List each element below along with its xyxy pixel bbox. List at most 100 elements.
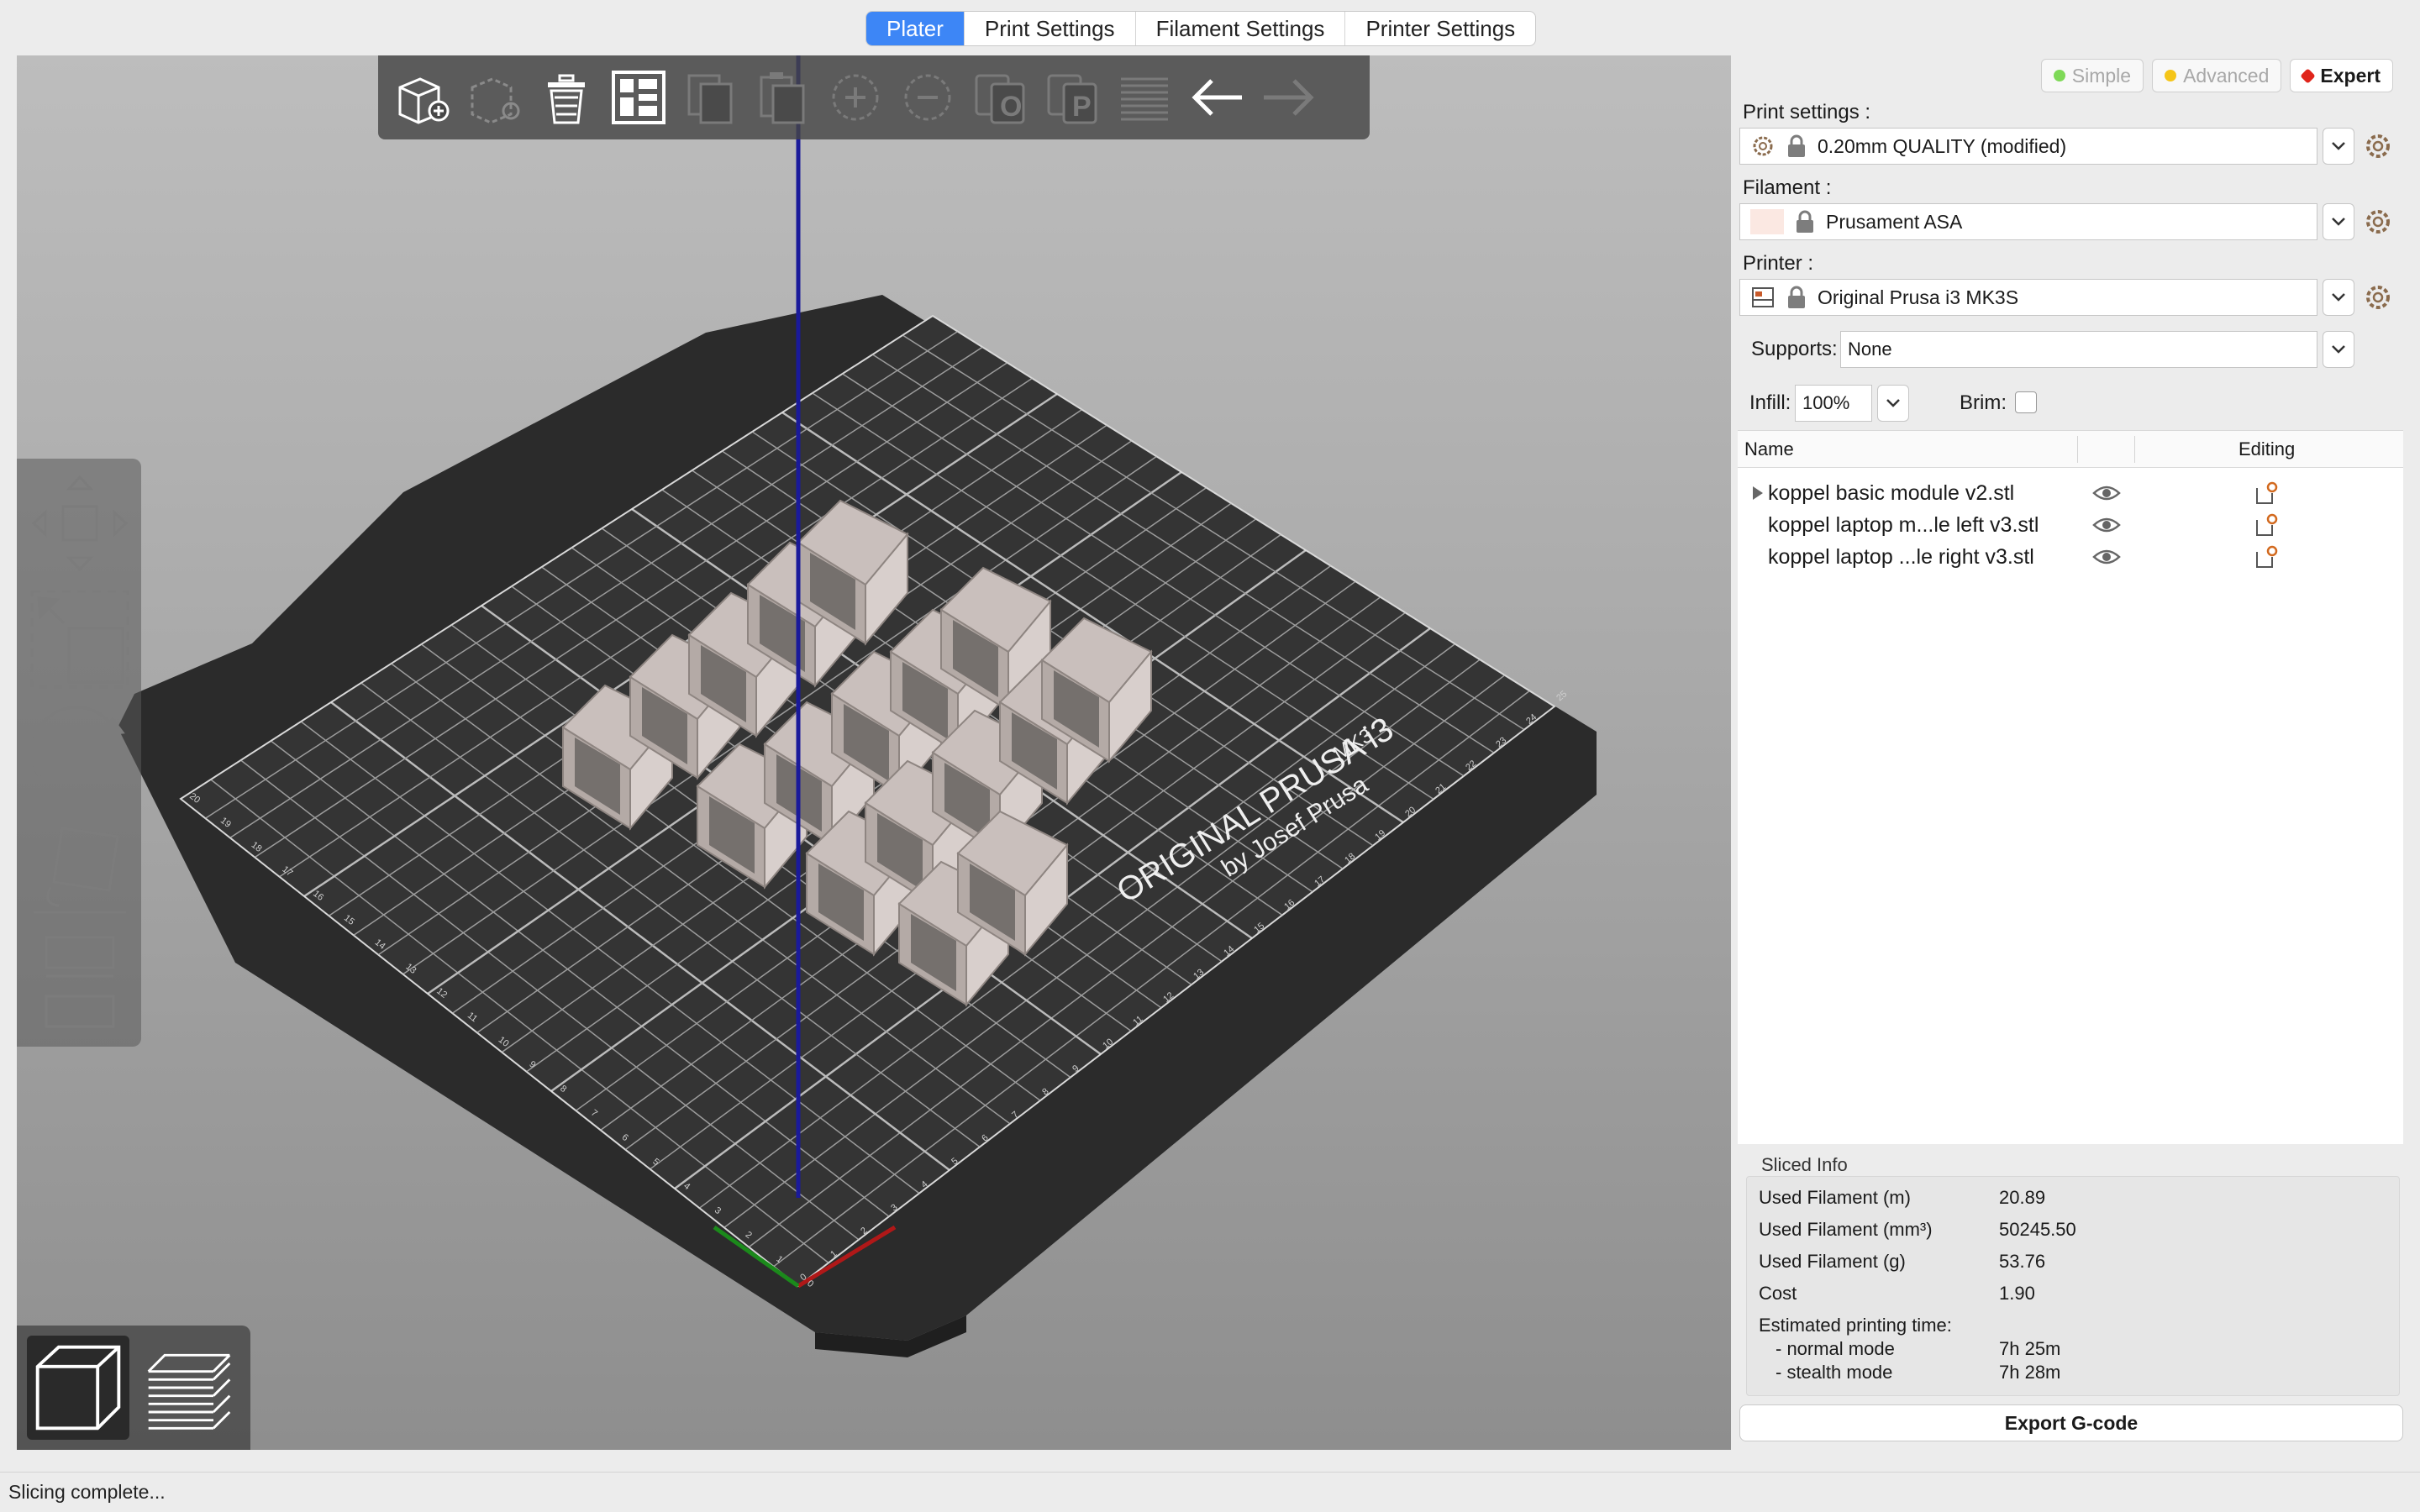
redo-button[interactable] <box>1255 64 1323 131</box>
object-name: koppel laptop ...le right v3.stl <box>1768 545 2034 569</box>
mode-expert-button[interactable]: Expert <box>2290 59 2393 92</box>
arrange-button[interactable] <box>605 64 672 131</box>
split-parts-button[interactable]: P <box>1039 64 1106 131</box>
delete-button[interactable] <box>460 64 528 131</box>
layers-preview-icon <box>147 1353 231 1430</box>
gizmo-toolbar <box>17 459 141 1047</box>
chevron-down-icon <box>2332 293 2345 302</box>
col-name[interactable]: Name <box>1744 431 1794 468</box>
bed-x-tick-label: 25 <box>1555 689 1569 703</box>
expand-triangle-icon[interactable] <box>1753 486 1763 500</box>
supports-value: None <box>1848 339 1892 360</box>
export-gcode-button[interactable]: Export G-code <box>1739 1404 2403 1441</box>
sliced-info-box: Used Filament (m) 20.89 Used Filament (m… <box>1746 1176 2400 1396</box>
infill-dropdown[interactable] <box>1877 385 1909 422</box>
printer-value: Original Prusa i3 MK3S <box>1818 286 2019 308</box>
mode-advanced-label: Advanced <box>2183 65 2270 87</box>
mode-expert-label: Expert <box>2320 65 2381 87</box>
normal-mode-label: - normal mode <box>1776 1338 1895 1359</box>
place-on-face-button[interactable] <box>25 811 134 921</box>
tab-filament-settings[interactable]: Filament Settings <box>1136 12 1346 45</box>
main-tabs: Plater Print Settings Filament Settings … <box>865 11 1537 46</box>
printer-dropdown[interactable] <box>2323 279 2354 316</box>
used-filament-g-value: 53.76 <box>1999 1251 2046 1272</box>
used-filament-mm3-label: Used Filament (mm³) <box>1759 1219 1933 1240</box>
stealth-mode-label: - stealth mode <box>1776 1362 1893 1383</box>
printer-combo[interactable]: Original Prusa i3 MK3S <box>1739 279 2317 316</box>
add-button[interactable] <box>388 64 455 131</box>
filament-label: Filament : <box>1743 176 1832 199</box>
cut-button[interactable] <box>25 921 134 1030</box>
infill-combo[interactable]: 100% <box>1795 385 1872 422</box>
redo-icon <box>1264 79 1314 116</box>
printer-edit-gear-icon[interactable] <box>2363 282 2393 312</box>
print-settings-edit-gear-icon[interactable] <box>2363 131 2393 161</box>
layers-editing-button[interactable] <box>1111 64 1178 131</box>
3d-view-button[interactable] <box>27 1336 129 1440</box>
supports-label: Supports: <box>1751 338 1838 360</box>
chevron-down-icon <box>1886 399 1900 407</box>
infill-value: 100% <box>1802 392 1850 413</box>
add-instance-button[interactable] <box>822 64 889 131</box>
lock-icon <box>1788 134 1805 157</box>
eye-icon[interactable] <box>2092 547 2121 567</box>
preview-button[interactable] <box>138 1336 240 1440</box>
printer-icon <box>1752 287 1774 307</box>
edit-settings-icon[interactable] <box>2254 481 2279 507</box>
filament-dropdown[interactable] <box>2323 203 2354 240</box>
scale-button[interactable] <box>25 585 134 694</box>
rotate-button[interactable] <box>25 702 134 811</box>
delete-all-icon <box>548 74 585 124</box>
eye-icon[interactable] <box>2092 483 2121 503</box>
object-row-0[interactable]: koppel basic module v2.stl <box>1738 478 2403 510</box>
rotate-icon <box>30 706 125 785</box>
brim-label: Brim: <box>1960 391 2007 414</box>
tab-print-settings[interactable]: Print Settings <box>965 12 1136 45</box>
simple-mode-dot-icon <box>2053 70 2065 81</box>
object-row-1[interactable]: koppel laptop m...le left v3.stl <box>1738 510 2403 542</box>
delete-all-button[interactable] <box>533 64 600 131</box>
3d-viewport[interactable]: ORIGINAL PRUSA i3 MK3 by Josef Prusa 012… <box>17 55 1731 1450</box>
copy-button[interactable] <box>677 64 744 131</box>
filament-combo[interactable]: Prusament ASA <box>1739 203 2317 240</box>
sliced-info-title: Sliced Info <box>1761 1154 1848 1175</box>
chevron-down-icon <box>2332 345 2345 354</box>
edit-settings-icon[interactable] <box>2254 545 2279 570</box>
mode-switch: Simple Advanced Expert <box>2040 59 2393 92</box>
plater-toolbar: O P <box>378 55 1370 139</box>
cube-icon <box>35 1345 121 1431</box>
remove-instance-button[interactable] <box>894 64 961 131</box>
move-button[interactable] <box>25 469 134 578</box>
supports-dropdown[interactable] <box>2323 331 2354 368</box>
print-settings-dropdown[interactable] <box>2323 128 2354 165</box>
print-settings-combo[interactable]: 0.20mm QUALITY (modified) <box>1739 128 2317 165</box>
edit-settings-icon[interactable] <box>2254 513 2279 538</box>
view-switcher <box>17 1326 250 1450</box>
svg-text:O: O <box>1000 91 1022 123</box>
undo-icon <box>1192 79 1242 116</box>
sliced-info-panel: Sliced Info Used Filament (m) 20.89 Used… <box>1738 1147 2403 1399</box>
mode-simple-label: Simple <box>2071 65 2132 87</box>
undo-button[interactable] <box>1183 64 1250 131</box>
paste-icon <box>760 72 805 124</box>
object-name: koppel basic module v2.stl <box>1768 481 2015 505</box>
split-objects-button[interactable]: O <box>966 64 1034 131</box>
object-row-2[interactable]: koppel laptop ...le right v3.stl <box>1738 542 2403 574</box>
paste-button[interactable] <box>750 64 817 131</box>
eye-icon[interactable] <box>2092 515 2121 535</box>
filament-edit-gear-icon[interactable] <box>2363 207 2393 237</box>
expert-mode-dot-icon <box>2300 67 2317 84</box>
est-time-label: Estimated printing time: <box>1759 1315 1952 1336</box>
stealth-mode-value: 7h 28m <box>1999 1362 2061 1383</box>
tab-plater[interactable]: Plater <box>866 12 965 45</box>
brim-checkbox[interactable] <box>2015 391 2037 413</box>
supports-combo[interactable]: None <box>1840 331 2317 368</box>
lock-icon <box>1788 286 1805 308</box>
tab-printer-settings[interactable]: Printer Settings <box>1345 12 1535 45</box>
used-filament-g-label: Used Filament (g) <box>1759 1251 1906 1272</box>
mode-advanced-button[interactable]: Advanced <box>2152 59 2282 92</box>
mode-simple-button[interactable]: Simple <box>2040 59 2144 92</box>
col-editing[interactable]: Editing <box>2238 431 2295 468</box>
move-icon <box>31 475 129 572</box>
cost-value: 1.90 <box>1999 1283 2035 1304</box>
